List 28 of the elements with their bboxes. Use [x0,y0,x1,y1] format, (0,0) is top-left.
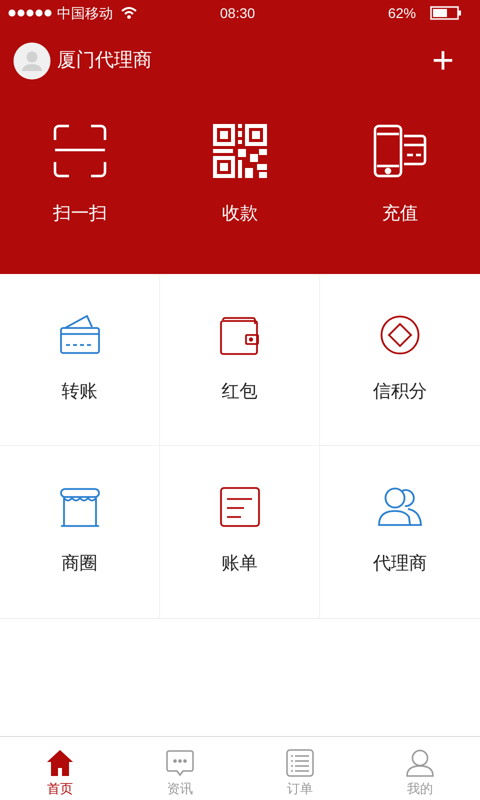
bill-icon [220,487,260,527]
home-icon [46,749,74,777]
qr-code-icon [213,124,267,178]
scan-icon [53,124,107,178]
menu-tile[interactable]: 转账 [0,274,160,446]
people-icon [378,487,422,527]
account-name: 厦门代理商 [57,48,152,73]
carrier-name: 中国移动 [57,4,113,22]
quick-action-button[interactable]: 收款 [160,124,320,274]
clock-time: 08:30 [220,4,256,22]
wifi-icon [121,7,137,19]
chat-icon [166,749,194,777]
coin-icon [380,315,420,355]
list-icon [286,749,314,777]
quick-action-button[interactable]: 充值 [320,124,480,274]
person-icon [406,749,434,777]
phone-card-icon [373,124,427,178]
add-button[interactable]: + [427,45,459,77]
signal-icon [8,9,52,17]
tab[interactable]: 首页 [0,737,120,800]
avatar-icon[interactable] [13,42,51,80]
storefront-icon [60,487,100,527]
battery-percent: 62% [388,4,416,22]
quick-action-button[interactable]: 扫一扫 [0,124,160,274]
card-icon [60,315,100,355]
menu-tile[interactable]: 红包 [160,274,320,446]
wallet-icon [220,315,260,355]
battery-icon [430,6,462,20]
